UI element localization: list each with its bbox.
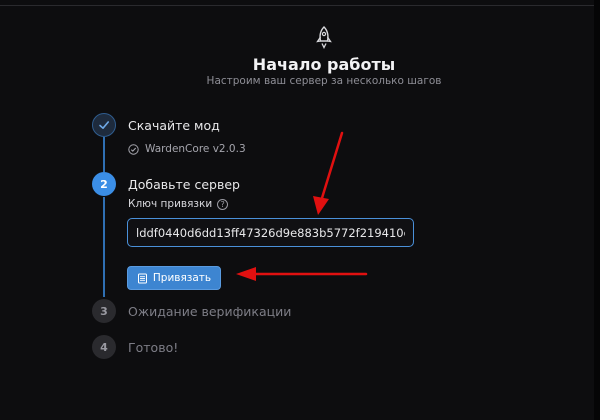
server-list-icon	[137, 273, 147, 283]
step-1-status-text: WardenCore v2.0.3	[145, 143, 246, 155]
binding-key-input[interactable]	[127, 218, 414, 247]
key-label-text: Ключ привязки	[128, 198, 213, 210]
step-1-check-icon	[92, 113, 116, 137]
key-field-label: Ключ привязки ?	[128, 198, 229, 210]
bind-button-label: Привязать	[152, 272, 212, 284]
window-top-border	[0, 5, 600, 6]
step-4-title: Готово!	[128, 340, 179, 355]
step-connector-2	[103, 197, 105, 297]
page-title: Начало работы	[252, 55, 396, 74]
step-2-number: 2	[92, 172, 116, 196]
annotation-arrow-to-button	[236, 267, 368, 281]
step-3-title: Ожидание верификации	[128, 304, 292, 319]
step-3-number: 3	[92, 299, 116, 323]
bind-button[interactable]: Привязать	[127, 266, 221, 290]
step-1-status: WardenCore v2.0.3	[128, 143, 246, 155]
page-subtitle: Настроим ваш сервер за несколько шагов	[206, 75, 442, 87]
check-circle-icon	[128, 143, 139, 155]
step-4-number: 4	[92, 335, 116, 359]
help-icon[interactable]: ?	[217, 198, 229, 210]
rocket-icon	[316, 26, 332, 49]
annotation-arrow-to-input	[313, 131, 344, 215]
step-connector-1	[103, 137, 105, 172]
step-2-title: Добавьте сервер	[128, 177, 240, 192]
step-1-title: Скачайте мод	[128, 118, 220, 133]
